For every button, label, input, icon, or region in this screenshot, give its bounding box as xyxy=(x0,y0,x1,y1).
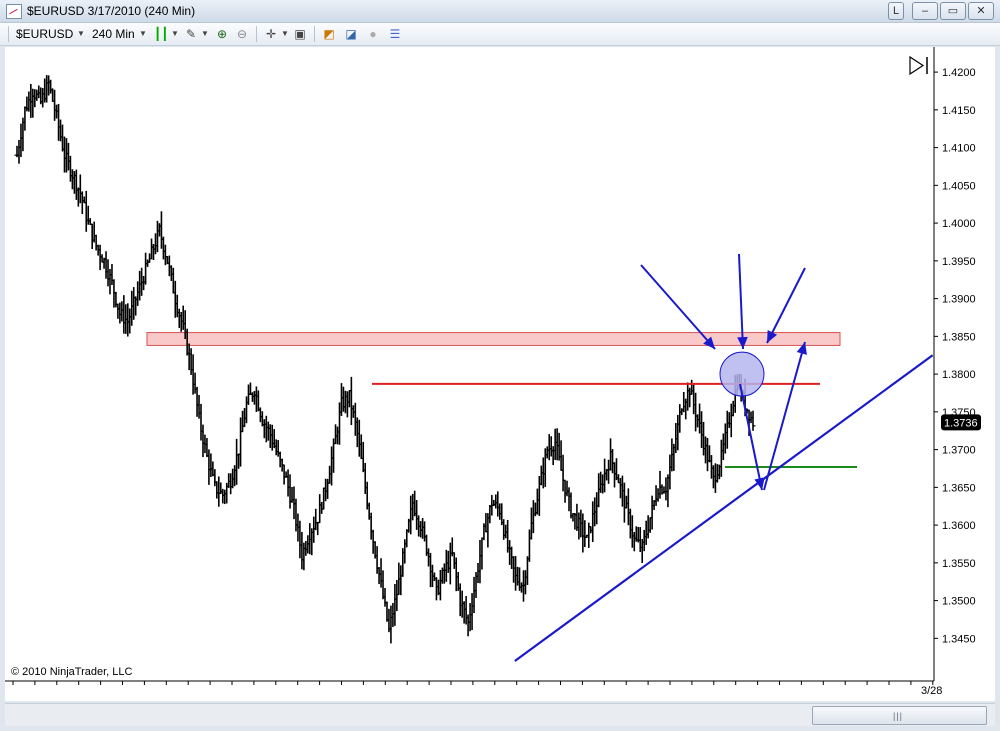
price-bars xyxy=(14,75,756,644)
time-axis-ticks xyxy=(12,681,934,685)
price-axis: 1.4200 1.4150 1.4100 1.4050 1.4000 1.3950 1.39… xyxy=(934,67,976,645)
indicators-icon[interactable]: ◪ xyxy=(344,27,358,41)
grip-icon: ||| xyxy=(893,711,904,721)
instrument-selector[interactable]: $EURUSD xyxy=(16,26,73,42)
price-tick-label: 1.3800 xyxy=(942,369,976,381)
minimize-button[interactable]: – xyxy=(912,2,938,20)
play-end-triangle xyxy=(909,55,925,76)
resistance-zone-rect xyxy=(146,332,841,346)
arrow-to-zone-right xyxy=(766,267,806,344)
price-tick-label: 1.3550 xyxy=(942,558,976,570)
window-controls: L – ▭ ✕ xyxy=(888,2,994,20)
toolbar-separator xyxy=(8,26,9,42)
price-tick-label: 1.3600 xyxy=(942,520,976,532)
resistance-zone[interactable] xyxy=(146,332,841,346)
period-selector[interactable]: 240 Min xyxy=(92,26,135,42)
arrow-down-to-trendline xyxy=(739,383,763,491)
period-dropdown-icon[interactable]: ▼ xyxy=(136,27,150,41)
price-tick-label: 1.4000 xyxy=(942,218,976,230)
close-button[interactable]: ✕ xyxy=(968,2,994,20)
price-tick-label: 1.3700 xyxy=(942,445,976,457)
last-price-label: 1.3736 xyxy=(944,417,978,429)
price-tick-label: 1.3500 xyxy=(942,596,976,608)
chart-panel[interactable]: 1.4200 1.4150 1.4100 1.4050 1.4000 1.3950 1.39… xyxy=(5,47,995,701)
zoom-out-icon[interactable]: ⊖ xyxy=(235,27,249,41)
chart-toolbar: $EURUSD ▼ 240 Min ▼ ┃┃ ▼ ✎ ▼ ⊕ ⊖ ✛ ▼ ▣ ◩… xyxy=(0,23,1000,46)
last-price-marker: 1.3736 xyxy=(941,414,981,431)
scrollbar-thumb[interactable]: ||| xyxy=(812,706,987,725)
draw-pencil-icon[interactable]: ✎ xyxy=(184,27,198,41)
window-title: $EURUSD 3/17/2010 (240 Min) xyxy=(27,4,196,18)
chart-app-icon xyxy=(6,4,22,19)
data-box-icon[interactable]: ▣ xyxy=(293,27,307,41)
data-series-icon[interactable]: ☰ xyxy=(388,27,402,41)
price-tick-label: 1.4050 xyxy=(942,180,976,192)
price-tick-label: 1.3950 xyxy=(942,256,976,268)
zoom-in-icon[interactable]: ⊕ xyxy=(215,27,229,41)
toolbar-separator xyxy=(314,26,315,42)
time-axis-label: 3/28 xyxy=(921,685,942,697)
copyright-label: © 2010 NinjaTrader, LLC xyxy=(11,666,132,678)
price-chart[interactable]: 1.4200 1.4150 1.4100 1.4050 1.4000 1.3950 1.39… xyxy=(5,47,995,701)
properties-icon[interactable]: ● xyxy=(366,27,380,41)
price-tick-label: 1.4200 xyxy=(942,67,976,79)
chart-style-icon[interactable]: ┃┃ xyxy=(154,27,168,41)
crosshair-icon[interactable]: ✛ xyxy=(264,27,278,41)
price-tick-label: 1.3450 xyxy=(942,633,976,645)
price-tick-label: 1.4100 xyxy=(942,143,976,155)
chart-style-dropdown-icon[interactable]: ▼ xyxy=(168,27,182,41)
price-tick-label: 1.4150 xyxy=(942,105,976,117)
draw-dropdown-icon[interactable]: ▼ xyxy=(198,27,212,41)
window-titlebar: $EURUSD 3/17/2010 (240 Min) L – ▭ ✕ xyxy=(0,0,1000,23)
price-tick-label: 1.3900 xyxy=(942,294,976,306)
price-tick-label: 1.3850 xyxy=(942,331,976,343)
maximize-button[interactable]: ▭ xyxy=(940,2,966,20)
toolbar-separator xyxy=(256,26,257,42)
scroll-end-icon[interactable] xyxy=(909,55,928,76)
price-tick-label: 1.3650 xyxy=(942,482,976,494)
strategies-icon[interactable]: ◩ xyxy=(322,27,336,41)
instrument-dropdown-icon[interactable]: ▼ xyxy=(74,27,88,41)
horizontal-scrollbar[interactable]: ||| xyxy=(5,703,995,726)
link-button[interactable]: L xyxy=(888,2,904,20)
crosshair-dropdown-icon[interactable]: ▼ xyxy=(278,27,292,41)
